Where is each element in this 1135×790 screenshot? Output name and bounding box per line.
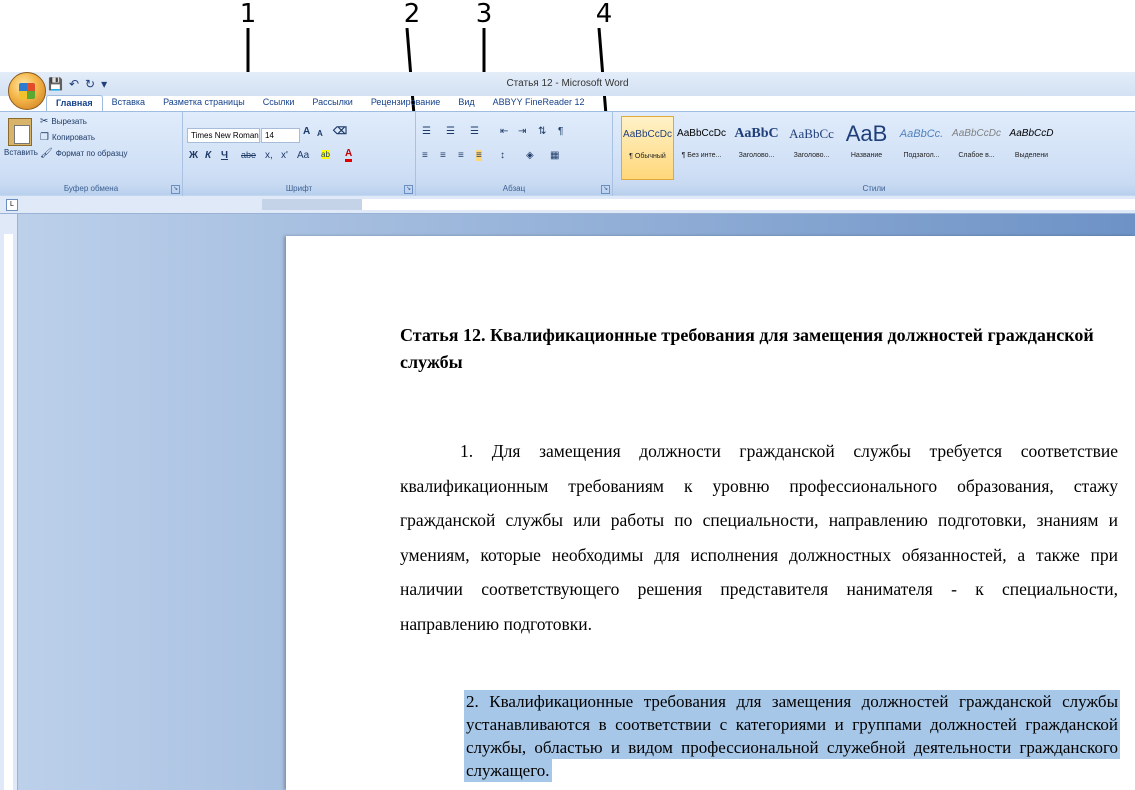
style-name: Выделени	[1014, 152, 1049, 159]
style-emphasis[interactable]: AaBbCcD Выделени	[1006, 116, 1057, 178]
annotation-number: 4	[595, 0, 613, 29]
scissors-icon: ✂	[40, 116, 49, 127]
annotation-number: 2	[403, 0, 421, 29]
annotation-number: 1	[239, 0, 257, 29]
vertical-ruler[interactable]	[0, 214, 18, 790]
window-title: Статья 12 - Microsoft Word	[506, 78, 629, 89]
style-heading-1[interactable]: AaBbC Заголово...	[731, 116, 782, 178]
style-heading-2[interactable]: AaBbCc Заголово...	[786, 116, 837, 178]
underline-button[interactable]: Ч	[221, 150, 228, 161]
pilcrow-icon[interactable]: ¶	[558, 126, 563, 137]
font-group-label: Шрифт	[183, 183, 415, 195]
sort-icon[interactable]: ⇅	[538, 126, 546, 137]
paragraph-launcher-icon[interactable]: ↘	[601, 185, 610, 194]
line-spacing-icon[interactable]: ↕	[500, 150, 505, 161]
align-center-icon[interactable]: ≡	[440, 150, 446, 161]
align-left-icon[interactable]: ≡	[422, 150, 428, 161]
style-normal[interactable]: AaBbCcDc ¶ Обычный	[621, 116, 674, 180]
annotation-number: 3	[475, 0, 493, 29]
format-painter-button[interactable]: 🖌 Формат по образцу	[40, 148, 127, 159]
tab-abbyy[interactable]: ABBYY FineReader 12	[484, 95, 594, 111]
superscript-button[interactable]: x'	[281, 150, 288, 161]
italic-button[interactable]: К	[205, 150, 211, 161]
office-button[interactable]	[8, 72, 46, 110]
style-title[interactable]: AaB Название	[841, 116, 892, 178]
style-sample: AaBbCcDc	[623, 129, 672, 140]
style-sample: AaBbCc.	[899, 128, 944, 140]
style-name: Слабое в...	[958, 152, 995, 159]
font-size-select[interactable]: 14	[261, 128, 300, 143]
style-sample: AaBbCcD	[1009, 128, 1054, 139]
subscript-button[interactable]: x,	[265, 150, 273, 161]
style-sample: AaBbCcDc	[677, 128, 726, 139]
tab-insert[interactable]: Вставка	[103, 95, 154, 111]
clipboard-group: Вставить ✂ Вырезать ❐ Копировать 🖌 Формат п…	[0, 112, 183, 196]
align-right-icon[interactable]: ≡	[458, 150, 464, 161]
cut-button[interactable]: ✂ Вырезать	[40, 116, 87, 127]
paragraph-2-selected[interactable]: 2. Квалификационные требования для замещ…	[466, 690, 1118, 782]
tab-selector[interactable]: L	[6, 199, 18, 211]
tab-review[interactable]: Рецензирование	[362, 95, 450, 111]
style-name: Подзагол...	[903, 152, 940, 159]
ribbon: Вставить ✂ Вырезать ❐ Копировать 🖌 Формат п…	[0, 111, 1135, 197]
tab-home[interactable]: Главная	[46, 95, 103, 112]
brush-icon: 🖌	[40, 148, 53, 159]
font-color-button[interactable]: A	[345, 148, 353, 162]
paragraph-group-label: Абзац	[416, 183, 612, 195]
increase-indent-icon[interactable]: ⇥	[518, 126, 526, 137]
styles-group-label: Стили	[613, 183, 1135, 195]
font-group: Times New Roman 14 A A ⌫ Ж К Ч abe x, x'…	[183, 112, 416, 196]
copy-icon: ❐	[40, 132, 49, 143]
format-painter-label: Формат по образцу	[55, 149, 128, 158]
style-name: Название	[850, 152, 883, 159]
grow-font-button[interactable]: A	[303, 126, 310, 137]
style-name: ¶ Без инте...	[681, 152, 722, 159]
document-title[interactable]: Статья 12. Квалификационные требования д…	[400, 322, 1118, 376]
paste-label: Вставить	[4, 148, 38, 157]
styles-group: AaBbCcDc ¶ Обычный AaBbCcDc ¶ Без инте..…	[613, 112, 1135, 196]
paste-button[interactable]: Вставить	[4, 118, 38, 157]
style-sample: AaBbCcDc	[952, 128, 1001, 139]
horizontal-ruler[interactable]	[0, 196, 1135, 214]
multilevel-list-icon[interactable]: ☰	[470, 126, 479, 137]
highlight-button[interactable]: ab	[321, 150, 330, 159]
cut-label: Вырезать	[51, 117, 87, 126]
copy-button[interactable]: ❐ Копировать	[40, 132, 95, 143]
change-case-button[interactable]: Aa	[297, 150, 309, 161]
style-subtitle[interactable]: AaBbCc. Подзагол...	[896, 116, 947, 178]
style-sample: AaB	[845, 121, 888, 146]
tab-references[interactable]: Ссылки	[254, 95, 304, 111]
style-no-spacing[interactable]: AaBbCcDc ¶ Без инте...	[676, 116, 727, 178]
justify-icon[interactable]: ≡	[476, 150, 482, 161]
selected-text[interactable]: 2. Квалификационные требования для замещ…	[466, 692, 1118, 780]
font-name-select[interactable]: Times New Roman	[187, 128, 260, 143]
style-name: Заголово...	[738, 152, 775, 159]
decrease-indent-icon[interactable]: ⇤	[500, 126, 508, 137]
style-sample: AaBbC	[734, 126, 779, 141]
clipboard-group-label: Буфер обмена	[0, 183, 182, 195]
tab-view[interactable]: Вид	[449, 95, 483, 111]
bullets-icon[interactable]: ☰	[422, 126, 431, 137]
clear-formatting-icon[interactable]: ⌫	[333, 126, 347, 137]
style-subtle-emphasis[interactable]: AaBbCcDc Слабое в...	[951, 116, 1002, 178]
strikethrough-button[interactable]: abe	[241, 150, 256, 160]
ribbon-tabs: Главная Вставка Разметка страницы Ссылки…	[46, 95, 594, 112]
shrink-font-button[interactable]: A	[317, 129, 323, 138]
tab-page-layout[interactable]: Разметка страницы	[154, 95, 254, 111]
paragraph-1[interactable]: 1. Для замещения должности гражданской с…	[400, 434, 1118, 642]
tab-mailings[interactable]: Рассылки	[303, 95, 361, 111]
clipboard-icon	[8, 118, 32, 146]
paragraph-group: ☰ ☰ ☰ ⇤ ⇥ ⇅ ¶ ≡ ≡ ≡ ≡ ↕ ◈ ▦ Абзац ↘	[416, 112, 613, 196]
clipboard-launcher-icon[interactable]: ↘	[171, 185, 180, 194]
shading-icon[interactable]: ◈	[526, 150, 534, 161]
copy-label: Копировать	[51, 133, 96, 142]
font-launcher-icon[interactable]: ↘	[404, 185, 413, 194]
style-sample: AaBbCc	[789, 126, 834, 141]
style-name: ¶ Обычный	[629, 153, 666, 160]
bold-button[interactable]: Ж	[189, 150, 198, 161]
numbering-icon[interactable]: ☰	[446, 126, 455, 137]
borders-icon[interactable]: ▦	[550, 150, 559, 161]
style-name: Заголово...	[793, 152, 830, 159]
